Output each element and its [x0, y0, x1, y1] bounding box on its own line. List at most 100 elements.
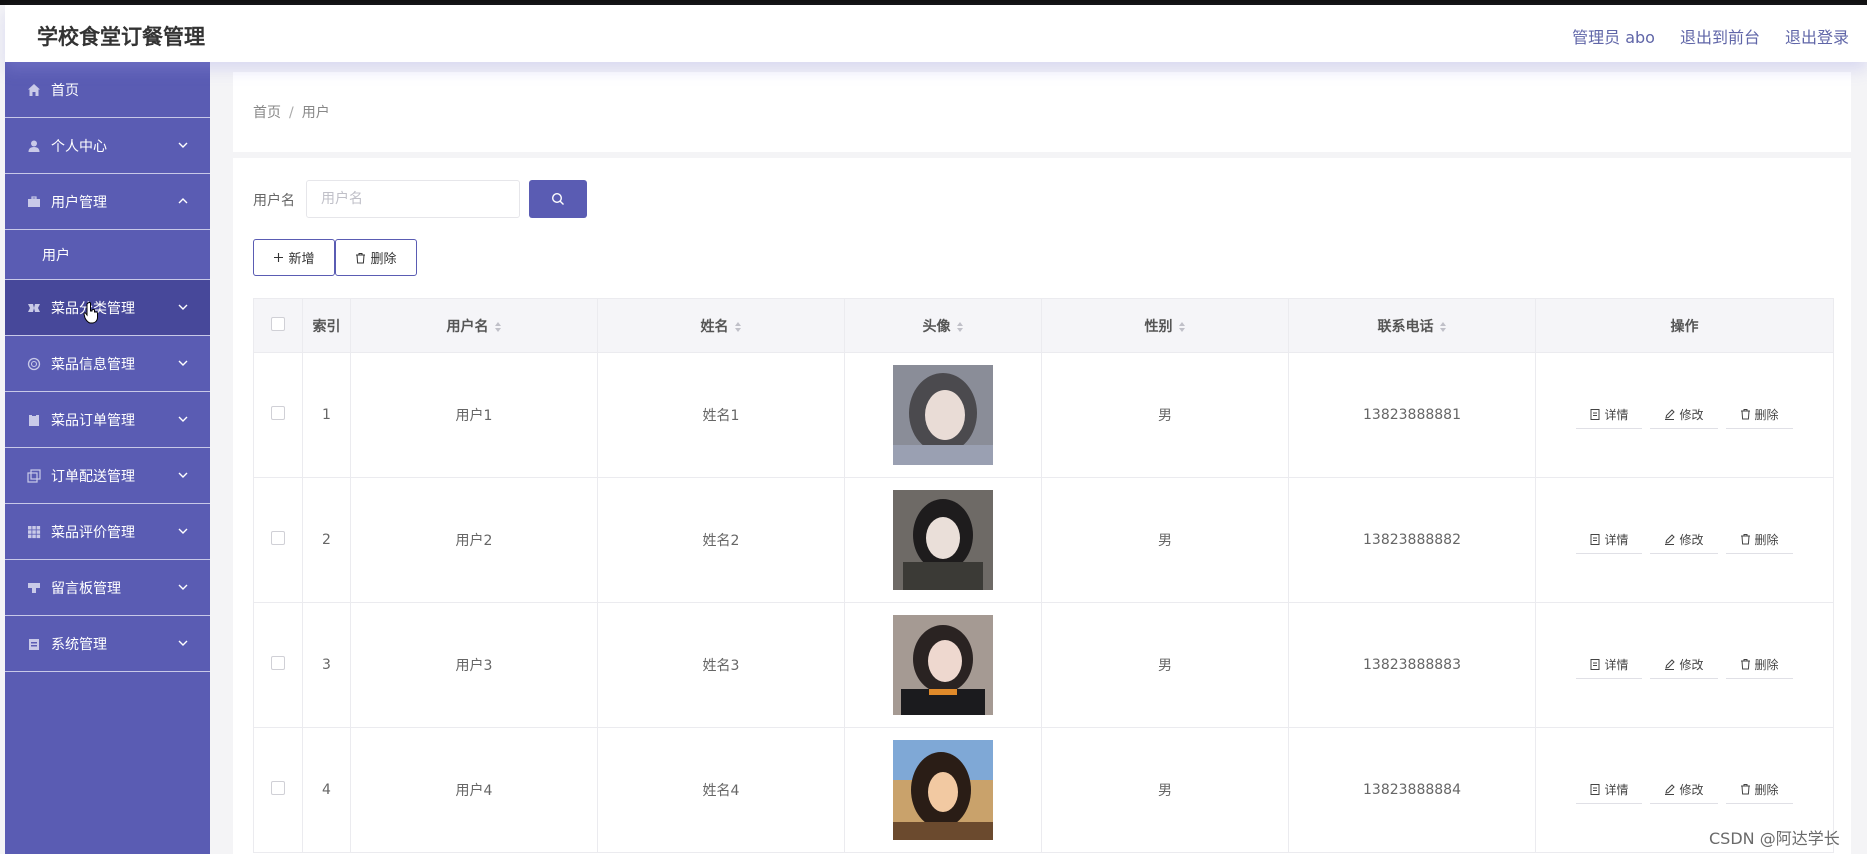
detail-button[interactable]: 详情 [1576, 651, 1643, 680]
select-all-checkbox[interactable] [271, 316, 285, 331]
edit-label: 修改 [1679, 783, 1704, 798]
detail-label: 详情 [1604, 658, 1629, 673]
delete-button[interactable]: 删除 [1725, 526, 1793, 554]
breadcrumb-panel: 首页 / 用户 [233, 72, 1851, 152]
clipboard-icon [25, 411, 43, 429]
delete-button[interactable]: 删除 [1725, 401, 1793, 429]
cell-username: 用户2 [350, 477, 598, 603]
add-button[interactable]: 新增 [253, 239, 335, 276]
cell-gender: 男 [1041, 602, 1289, 728]
detail-label: 详情 [1604, 783, 1629, 798]
avatar[interactable] [893, 490, 993, 590]
admin-user-link[interactable]: 管理员 abo [1572, 24, 1655, 48]
detail-label: 详情 [1604, 408, 1629, 423]
row-checkbox[interactable] [271, 656, 285, 670]
header-gender[interactable]: 性别 [1041, 298, 1289, 353]
sidebar-item-label: 菜品评价管理 [51, 524, 135, 541]
briefcase-icon [25, 193, 43, 211]
delete-button[interactable]: 删除 [1725, 651, 1793, 679]
search-button[interactable] [529, 180, 587, 218]
trash-icon [1740, 409, 1750, 420]
header-ops: 操作 [1535, 298, 1834, 353]
breadcrumb-separator: / [289, 105, 294, 121]
cell-name: 姓名4 [597, 727, 845, 853]
home-icon [25, 81, 43, 99]
edit-label: 修改 [1679, 533, 1704, 548]
chevron-down-icon [178, 472, 188, 478]
detail-button[interactable]: 详情 [1576, 776, 1643, 805]
table-row: 4 用户4 姓名4 男 13823888884 详情 修改 删除 [253, 727, 1834, 853]
delete-button[interactable]: 删除 [1725, 776, 1793, 804]
table-header-row: 索引 用户名 姓名 头像 性别 联系电话 操作 [253, 298, 1834, 353]
batch-delete-label: 删除 [370, 252, 397, 267]
trash-icon [356, 252, 366, 263]
header-avatar[interactable]: 头像 [844, 298, 1042, 353]
header-username-label: 用户名 [446, 318, 489, 335]
cell-index: 2 [302, 477, 351, 603]
avatar[interactable] [893, 615, 993, 715]
sidebar-item-message-board[interactable]: 留言板管理 [5, 560, 210, 616]
add-button-label: 新增 [288, 252, 315, 267]
batch-delete-button[interactable]: 删除 [335, 239, 417, 276]
row-checkbox[interactable] [271, 406, 285, 420]
mouse-pointer-icon [83, 302, 98, 324]
category-icon [25, 299, 43, 317]
delete-label: 删除 [1754, 782, 1779, 797]
header-name-label: 姓名 [700, 318, 729, 335]
cell-index: 3 [302, 602, 351, 728]
edit-icon [1665, 409, 1676, 421]
chevron-down-icon [178, 640, 188, 646]
edit-button[interactable]: 修改 [1650, 776, 1718, 805]
sort-icon [494, 321, 501, 332]
edit-button[interactable]: 修改 [1650, 526, 1718, 555]
trash-icon [1740, 534, 1750, 545]
logout-link[interactable]: 退出登录 [1785, 24, 1849, 48]
watermark: CSDN @阿达学长 [1709, 829, 1840, 848]
breadcrumb-current: 用户 [301, 105, 330, 121]
sidebar-subitem-user[interactable]: 用户 [5, 230, 210, 280]
header-name[interactable]: 姓名 [597, 298, 845, 353]
document-icon [1590, 659, 1600, 671]
header-username[interactable]: 用户名 [350, 298, 598, 353]
sidebar-item-order-delivery[interactable]: 订单配送管理 [5, 448, 210, 504]
sidebar-item-dish-info[interactable]: 菜品信息管理 [5, 336, 210, 392]
table-row: 2 用户2 姓名2 男 13823888882 详情 修改 删除 [253, 477, 1834, 603]
detail-button[interactable]: 详情 [1576, 526, 1643, 555]
settings-icon [25, 635, 43, 653]
edit-label: 修改 [1679, 408, 1704, 423]
sidebar-item-label: 个人中心 [51, 138, 107, 155]
sidebar-item-dish-orders[interactable]: 菜品订单管理 [5, 392, 210, 448]
row-checkbox[interactable] [271, 531, 285, 545]
document-icon [1590, 409, 1600, 421]
app-title: 学校食堂订餐管理 [37, 25, 205, 49]
sidebar-item-label: 订单配送管理 [51, 468, 135, 485]
edit-icon [1665, 534, 1676, 546]
sidebar-item-user-management[interactable]: 用户管理 [5, 174, 210, 230]
delete-label: 删除 [1754, 532, 1779, 547]
edit-button[interactable]: 修改 [1650, 401, 1718, 430]
avatar[interactable] [893, 740, 993, 840]
avatar[interactable] [893, 365, 993, 465]
header-select-all [253, 298, 303, 353]
back-to-front-link[interactable]: 退出到前台 [1680, 24, 1760, 48]
cell-username: 用户1 [350, 352, 598, 478]
cell-gender: 男 [1041, 352, 1289, 478]
detail-button[interactable]: 详情 [1576, 401, 1643, 430]
header-phone[interactable]: 联系电话 [1288, 298, 1536, 353]
sidebar-item-home[interactable]: 首页 [5, 62, 210, 118]
search-input[interactable] [306, 180, 520, 218]
row-checkbox[interactable] [271, 781, 285, 795]
copy-icon [25, 467, 43, 485]
sort-icon [1439, 321, 1446, 332]
breadcrumb-home[interactable]: 首页 [253, 105, 281, 121]
edit-button[interactable]: 修改 [1650, 651, 1718, 680]
sidebar-item-dish-reviews[interactable]: 菜品评价管理 [5, 504, 210, 560]
search-label: 用户名 [253, 193, 295, 209]
sidebar-item-dish-category[interactable]: 菜品分类管理 [5, 280, 210, 336]
sidebar-item-profile[interactable]: 个人中心 [5, 118, 210, 174]
message-icon [25, 579, 43, 597]
sidebar-item-system[interactable]: 系统管理 [5, 616, 210, 672]
cell-index: 4 [302, 727, 351, 853]
header-index-label: 索引 [312, 318, 341, 335]
sidebar-subitem-label: 用户 [42, 247, 70, 264]
